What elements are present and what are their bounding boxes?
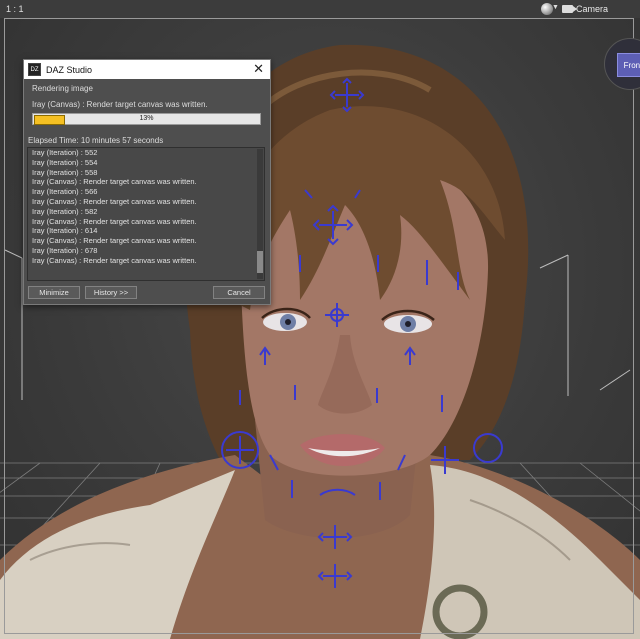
render-log[interactable]: Iray (Iteration) : 552 Iray (Iteration) :…: [27, 147, 265, 281]
log-line: Iray (Iteration) : 566: [32, 187, 98, 197]
log-line: Iray (Iteration) : 582: [32, 206, 98, 216]
log-scrollbar[interactable]: [257, 149, 263, 279]
log-line: Iray (Iteration) : 554: [32, 157, 98, 167]
progress-percent: 13%: [139, 115, 154, 122]
log-line: Iray (Iteration) : 678: [32, 245, 98, 255]
render-progress-bar: 13%: [32, 113, 261, 125]
log-line: Iray (Iteration) : 614: [32, 226, 98, 236]
camera-label: Camera: [576, 4, 609, 14]
log-scrollbar-thumb[interactable]: [257, 251, 263, 273]
camera-selector[interactable]: Camera: [562, 3, 608, 15]
close-icon[interactable]: ✕: [253, 62, 264, 76]
viewport-header: 1 : 1 ▼ Camera: [0, 0, 640, 18]
elapsed-time: Elapsed Time: 10 minutes 57 seconds: [28, 136, 164, 145]
dialog-title: DAZ Studio: [46, 64, 93, 75]
status-line: Iray (Canvas) : Render target canvas was…: [32, 100, 208, 109]
log-line: Iray (Iteration) : 558: [32, 167, 98, 177]
aspect-ratio-label: 1 : 1: [6, 4, 24, 14]
dialog-titlebar[interactable]: DZ DAZ Studio ✕: [24, 60, 270, 79]
render-progress-dialog: DZ DAZ Studio ✕ Rendering image Iray (Ca…: [23, 59, 271, 305]
status-heading: Rendering image: [32, 84, 93, 93]
log-line: Iray (Canvas) : Render target canvas was…: [32, 177, 197, 187]
log-line: Iray (Canvas) : Render target canvas was…: [32, 196, 197, 206]
log-line: Iray (Iteration) : 552: [32, 148, 98, 157]
nav-cube-face[interactable]: Front: [617, 53, 640, 77]
camera-icon: [562, 5, 577, 13]
chevron-down-icon[interactable]: ▼: [552, 4, 559, 11]
log-line: Iray (Canvas) : Render target canvas was…: [32, 216, 197, 226]
daz-logo-icon: DZ: [28, 63, 41, 76]
minimize-button[interactable]: Minimize: [28, 286, 80, 299]
history-button[interactable]: History >>: [85, 286, 137, 299]
log-line: Iray (Canvas) : Render target canvas was…: [32, 236, 197, 246]
log-line: Iray (Canvas) : Render target canvas was…: [32, 255, 197, 265]
cancel-button[interactable]: Cancel: [213, 286, 265, 299]
